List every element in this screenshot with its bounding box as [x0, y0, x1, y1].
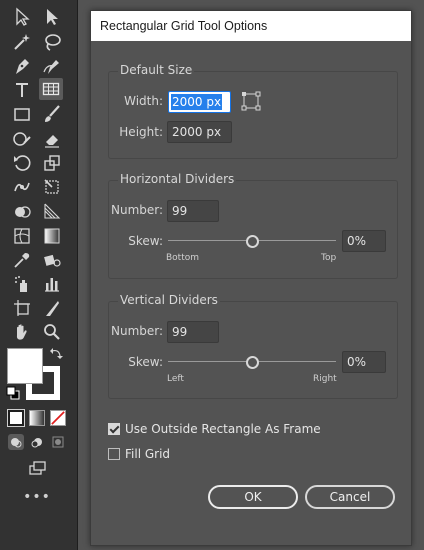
- horizontal-number-label: Number:: [111, 203, 164, 217]
- rectangular-grid-tool-icon[interactable]: [39, 78, 63, 100]
- selection-tool-icon[interactable]: [10, 6, 34, 28]
- paintbrush-tool-icon[interactable]: [40, 103, 64, 125]
- screen-mode-icon[interactable]: [24, 457, 50, 479]
- horizontal-skew-max-label: Top: [321, 253, 337, 263]
- horizontal-number-input[interactable]: 99: [167, 200, 219, 222]
- fill-grid-checkbox[interactable]: [108, 448, 120, 460]
- use-outside-rectangle-checkbox[interactable]: [108, 423, 120, 435]
- vertical-number-input[interactable]: 99: [167, 321, 219, 343]
- horizontal-dividers-heading: Horizontal Dividers: [118, 172, 237, 186]
- color-mode-button[interactable]: [7, 409, 25, 427]
- column-graph-tool-icon[interactable]: [40, 273, 64, 295]
- hand-tool-icon[interactable]: [10, 321, 34, 343]
- vertical-skew-knob[interactable]: [245, 356, 259, 369]
- draw-inside-icon[interactable]: [50, 434, 66, 450]
- free-transform-tool-icon[interactable]: [40, 176, 64, 198]
- default-size-group: Default Size: [108, 63, 398, 159]
- ok-button[interactable]: OK: [208, 485, 298, 509]
- default-size-heading: Default Size: [118, 63, 195, 77]
- vertical-skew-min-label: Left: [167, 374, 184, 384]
- gradient-tool-icon[interactable]: [40, 225, 64, 247]
- curvature-tool-icon[interactable]: [40, 55, 64, 77]
- type-tool-icon[interactable]: [10, 79, 34, 101]
- none-mode-button[interactable]: [50, 410, 66, 426]
- height-label: Height:: [119, 125, 163, 139]
- rectangular-grid-options-dialog: Rectangular Grid Tool Options Default Si…: [90, 10, 412, 546]
- perspective-grid-tool-icon[interactable]: [40, 200, 64, 222]
- height-input[interactable]: 2000 px: [167, 121, 232, 143]
- draw-normal-icon[interactable]: [8, 434, 24, 450]
- dialog-title: Rectangular Grid Tool Options: [91, 11, 411, 41]
- draw-behind-icon[interactable]: [29, 434, 45, 450]
- shape-builder-tool-icon[interactable]: [10, 200, 34, 222]
- fill-swatch[interactable]: [7, 348, 43, 384]
- edit-toolbar-button[interactable]: •••: [22, 490, 52, 504]
- live-paint-bucket-tool-icon[interactable]: [40, 249, 64, 271]
- use-outside-rectangle-label[interactable]: Use Outside Rectangle As Frame: [125, 422, 321, 436]
- horizontal-skew-input[interactable]: 0%: [342, 230, 386, 252]
- vertical-skew-label: Skew:: [128, 355, 163, 369]
- horizontal-skew-label: Skew:: [128, 234, 163, 248]
- width-input[interactable]: 2000 px: [168, 91, 231, 113]
- width-label: Width:: [124, 94, 163, 108]
- artboard-tool-icon[interactable]: [10, 297, 34, 319]
- vertical-dividers-heading: Vertical Dividers: [118, 293, 220, 307]
- vertical-number-label: Number:: [111, 324, 164, 338]
- gradient-mode-button[interactable]: [29, 410, 45, 426]
- shaper-tool-icon[interactable]: [10, 128, 34, 150]
- slice-tool-icon[interactable]: [40, 297, 64, 319]
- default-fill-stroke-icon[interactable]: [6, 386, 20, 400]
- horizontal-skew-knob[interactable]: [245, 235, 259, 248]
- vertical-skew-input[interactable]: 0%: [342, 351, 386, 373]
- puppet-warp-tool-icon[interactable]: [10, 176, 34, 198]
- eraser-tool-icon[interactable]: [40, 128, 64, 150]
- width-value: 2000 px: [171, 94, 223, 110]
- eyedropper-tool-icon[interactable]: [10, 249, 34, 271]
- fill-grid-label[interactable]: Fill Grid: [125, 447, 170, 461]
- cancel-button[interactable]: Cancel: [305, 485, 395, 509]
- lasso-tool-icon[interactable]: [40, 31, 64, 53]
- swap-fill-stroke-icon[interactable]: [49, 347, 63, 361]
- pen-tool-icon[interactable]: [10, 55, 34, 77]
- tools-panel: •••: [0, 0, 78, 550]
- direct-selection-tool-icon[interactable]: [40, 6, 64, 28]
- rectangle-tool-icon[interactable]: [10, 103, 34, 125]
- vertical-dividers-group: Vertical Dividers: [108, 293, 398, 399]
- symbol-sprayer-tool-icon[interactable]: [10, 273, 34, 295]
- rotate-tool-icon[interactable]: [10, 152, 34, 174]
- vertical-skew-max-label: Right: [313, 374, 337, 384]
- horizontal-skew-min-label: Bottom: [166, 253, 200, 263]
- magic-wand-tool-icon[interactable]: [10, 31, 34, 53]
- mesh-tool-icon[interactable]: [10, 225, 34, 247]
- reference-point-icon[interactable]: [241, 91, 261, 111]
- scale-tool-icon[interactable]: [40, 152, 64, 174]
- zoom-tool-icon[interactable]: [40, 321, 64, 343]
